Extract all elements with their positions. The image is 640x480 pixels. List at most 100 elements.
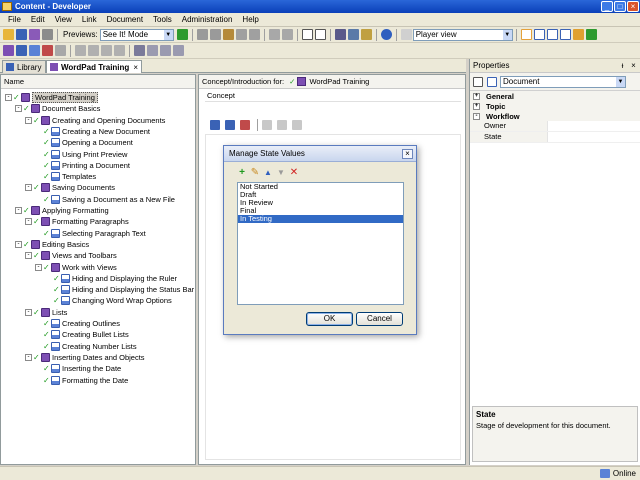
close-icon[interactable]: × — [629, 61, 638, 70]
tab-wordpad-training[interactable]: WordPad Training × — [46, 60, 142, 73]
help-icon[interactable] — [380, 29, 392, 40]
state-value-item[interactable]: In Review — [238, 199, 403, 207]
property-category[interactable]: + Topic — [470, 101, 640, 111]
properties-icon[interactable] — [248, 29, 260, 40]
tree-node[interactable]: ✓ Creating a New Document — [35, 126, 150, 137]
cancel-button[interactable]: Cancel — [356, 312, 403, 326]
history-icon[interactable] — [173, 45, 184, 56]
layout-single-icon[interactable] — [520, 29, 532, 40]
find-icon[interactable] — [334, 29, 346, 40]
settings-icon[interactable] — [277, 120, 287, 130]
tree-node[interactable]: ✓ Hiding and Displaying the Ruler — [45, 273, 177, 284]
tree-node[interactable]: - ✓ Lists — [25, 307, 67, 318]
tree-node[interactable]: ✓ Changing Word Wrap Options — [45, 295, 172, 306]
move-left-icon[interactable] — [75, 45, 86, 56]
tree-expander[interactable]: - — [5, 94, 12, 101]
category-expander[interactable]: + — [473, 92, 480, 100]
tree-expander[interactable]: - — [25, 218, 32, 226]
move-right-icon[interactable] — [88, 45, 99, 56]
preview-mode-select[interactable]: See It! Mode ▼ — [99, 28, 174, 41]
edit-icon[interactable] — [262, 120, 272, 130]
collapse-icon[interactable] — [301, 29, 313, 40]
tree-node[interactable]: - ✓ Editing Basics — [15, 239, 89, 250]
refresh-icon[interactable] — [585, 29, 597, 40]
tree-expander[interactable]: - — [15, 105, 22, 113]
save-icon[interactable] — [16, 29, 27, 40]
tree-node[interactable]: - ✓ Applying Formatting — [15, 205, 109, 216]
tree-node[interactable]: - ✓ Views and Toolbars — [25, 250, 117, 261]
property-category[interactable]: - Workflow — [470, 111, 640, 121]
move-up-icon[interactable]: ▲ — [263, 168, 273, 178]
close-button[interactable]: × — [627, 1, 639, 12]
state-value-item[interactable]: Not Started — [238, 183, 403, 191]
menu-tools[interactable]: Tools — [148, 15, 177, 24]
undo-icon[interactable] — [268, 29, 280, 40]
tree-node[interactable]: - ✓ WordPad Training — [5, 92, 98, 103]
menu-view[interactable]: View — [50, 15, 77, 24]
delete-icon[interactable]: ✕ — [289, 168, 299, 178]
expand-icon[interactable] — [314, 29, 326, 40]
menu-help[interactable]: Help — [237, 15, 263, 24]
pin-icon[interactable]: ᵻ — [618, 61, 627, 70]
categorized-icon[interactable] — [473, 76, 483, 87]
menu-document[interactable]: Document — [102, 15, 148, 24]
tree-expander[interactable]: - — [15, 207, 22, 214]
player-icon[interactable] — [400, 29, 412, 40]
layout-grid-icon[interactable] — [559, 29, 571, 40]
tree-node[interactable]: ✓ Selecting Paragraph Text — [35, 228, 146, 239]
menu-link[interactable]: Link — [77, 15, 102, 24]
move-down-icon[interactable]: ▼ — [276, 168, 286, 178]
state-value-item[interactable]: In Testing — [238, 215, 403, 223]
properties-object-select[interactable]: Document ▼ — [500, 75, 626, 88]
tree-node[interactable]: - ✓ Inserting Dates and Objects — [25, 352, 145, 363]
new-module-icon[interactable] — [3, 45, 14, 56]
remove-link-icon[interactable] — [240, 120, 250, 130]
attach-icon[interactable] — [225, 120, 235, 130]
replace-icon[interactable] — [347, 29, 359, 40]
link-icon[interactable] — [210, 120, 220, 130]
tree-node[interactable]: ✓ Printing a Document — [35, 160, 130, 171]
tree-node[interactable]: ✓ Templates — [35, 171, 96, 182]
tree-node[interactable]: - ✓ Creating and Opening Documents — [25, 115, 165, 126]
tree-node[interactable]: ✓ Using Print Preview — [35, 149, 127, 160]
copy-icon[interactable] — [209, 29, 221, 40]
property-value[interactable] — [548, 132, 640, 142]
tree-node[interactable]: - ✓ Saving Documents — [25, 182, 115, 193]
category-expander[interactable]: - — [473, 112, 480, 120]
menu-file[interactable]: File — [3, 15, 26, 24]
publish-icon[interactable] — [29, 29, 40, 40]
new-topic-icon[interactable] — [29, 45, 40, 56]
document-icon[interactable] — [292, 120, 302, 130]
outline-icon[interactable] — [134, 45, 145, 56]
menu-administration[interactable]: Administration — [177, 15, 238, 24]
tree-node[interactable]: ✓ Saving a Document as a New File — [35, 194, 175, 205]
menu-edit[interactable]: Edit — [26, 15, 50, 24]
property-row[interactable]: State — [470, 132, 640, 143]
record-icon[interactable] — [42, 45, 53, 56]
delete-icon[interactable] — [235, 29, 247, 40]
move-up-icon[interactable] — [101, 45, 112, 56]
category-expander[interactable]: + — [473, 102, 480, 110]
tree-expander[interactable]: - — [25, 184, 32, 192]
sort-alpha-icon[interactable] — [487, 76, 497, 87]
tree-expander[interactable]: - — [35, 263, 42, 271]
property-category[interactable]: + General — [470, 91, 640, 101]
tree-node[interactable]: ✓ Formatting the Date — [35, 375, 128, 386]
play-preview-icon[interactable] — [176, 29, 188, 40]
maximize-button[interactable]: □ — [614, 1, 626, 12]
tree-expander[interactable]: - — [25, 252, 32, 260]
tab-library[interactable]: Library — [2, 60, 46, 73]
cut-icon[interactable] — [196, 29, 208, 40]
dialog-close-icon[interactable]: × — [402, 148, 413, 159]
tree-node[interactable]: - ✓ Formatting Paragraphs — [25, 216, 129, 227]
tree-node[interactable]: - ✓ Work with Views — [35, 262, 117, 273]
tree-node[interactable]: ✓ Creating Outlines — [35, 318, 120, 329]
tree-expander[interactable]: - — [25, 116, 32, 124]
check-in-icon[interactable] — [147, 45, 158, 56]
check-out-icon[interactable] — [160, 45, 171, 56]
layout-split-icon[interactable] — [533, 29, 545, 40]
layout-columns-icon[interactable] — [546, 29, 558, 40]
tree-node[interactable]: ✓ Opening a Document — [35, 137, 133, 148]
add-icon[interactable]: + — [237, 168, 247, 178]
tree-node[interactable]: ✓ Creating Bullet Lists — [35, 329, 129, 340]
